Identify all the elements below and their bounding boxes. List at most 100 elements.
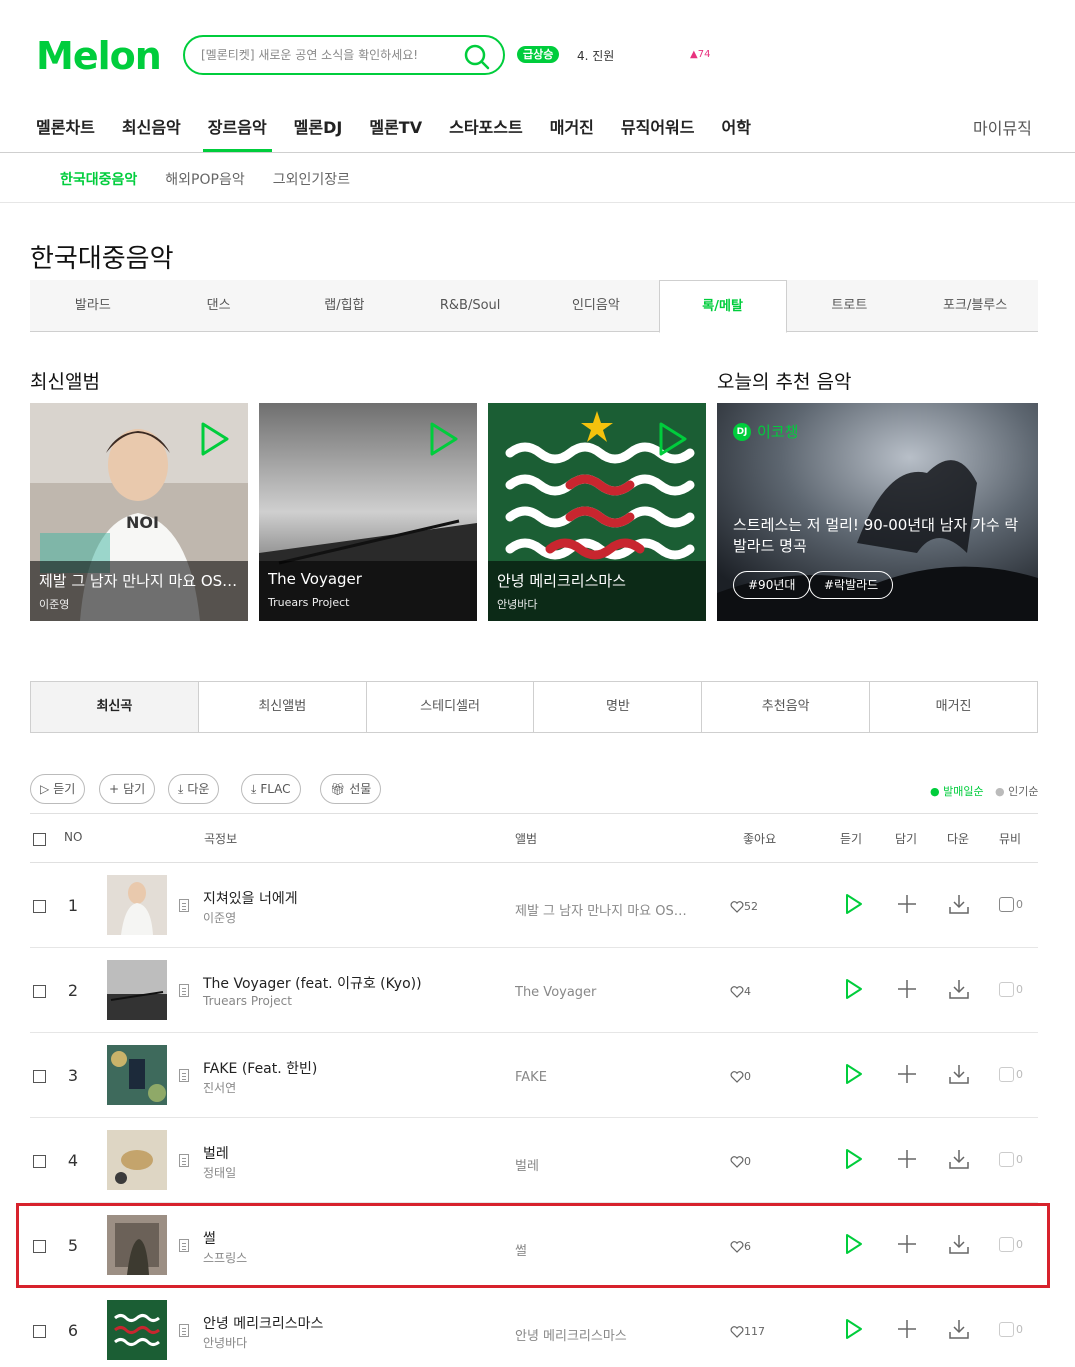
nav-melon-tv[interactable]: 멜론TV bbox=[369, 114, 422, 152]
nav-melon-dj[interactable]: 멜론DJ bbox=[294, 114, 343, 152]
sort-popularity[interactable]: ● 인기순 bbox=[995, 783, 1038, 799]
like-button[interactable]: 0 bbox=[730, 1155, 751, 1168]
song-info-icon[interactable] bbox=[179, 899, 189, 912]
tab-steady-seller[interactable]: 스테디셀러 bbox=[365, 682, 534, 732]
recommend-card[interactable]: DJ 이코챙 스트레스는 저 멀리! 90-00년대 남자 가수 락발라드 명곡 … bbox=[717, 403, 1038, 621]
listen-button[interactable]: ▷ 듣기 bbox=[30, 774, 86, 804]
row-checkbox[interactable] bbox=[33, 985, 46, 998]
subnav-korean-pop[interactable]: 한국대중음악 bbox=[60, 169, 137, 189]
song-album[interactable]: 안녕 메리크리스마스 bbox=[515, 1325, 690, 1344]
song-title[interactable]: 안녕 메리크리스마스 bbox=[203, 1313, 323, 1333]
album-card-3[interactable]: 안녕 메리크리스마스 안녕바다 bbox=[488, 403, 706, 621]
nav-melon-chart[interactable]: 멜론차트 bbox=[36, 114, 95, 152]
tab-latest-albums[interactable]: 최신앨범 bbox=[197, 682, 366, 732]
song-artist[interactable]: 이준영 bbox=[203, 909, 236, 926]
melon-logo[interactable]: Melon bbox=[36, 34, 162, 78]
nav-magazine[interactable]: 매거진 bbox=[550, 114, 594, 152]
row-checkbox[interactable] bbox=[33, 900, 46, 913]
song-info-icon[interactable] bbox=[179, 1324, 189, 1337]
play-icon[interactable] bbox=[658, 421, 688, 457]
tab-rock-metal[interactable]: 록/메탈 bbox=[658, 280, 787, 333]
album-thumbnail[interactable] bbox=[107, 875, 167, 935]
download-icon[interactable] bbox=[948, 1063, 970, 1085]
song-artist[interactable]: Truears Project bbox=[203, 994, 292, 1008]
tab-magazine[interactable]: 매거진 bbox=[869, 682, 1037, 732]
song-title[interactable]: The Voyager (feat. 이규호 (Kyo)) bbox=[203, 973, 422, 993]
song-artist[interactable]: 정태일 bbox=[203, 1164, 236, 1181]
album-artist[interactable]: 이준영 bbox=[39, 596, 69, 612]
recommend-text[interactable]: 스트레스는 저 멀리! 90-00년대 남자 가수 락발라드 명곡 bbox=[733, 515, 1023, 557]
music-video-button[interactable]: 0 bbox=[999, 1322, 1023, 1337]
tab-indie[interactable]: 인디음악 bbox=[533, 280, 659, 331]
download-icon[interactable] bbox=[948, 1318, 970, 1340]
tab-rap-hiphop[interactable]: 랩/힙합 bbox=[281, 280, 408, 331]
my-music-link[interactable]: 마이뮤직 bbox=[973, 115, 1032, 139]
music-video-button[interactable]: 0 bbox=[999, 897, 1023, 912]
song-artist[interactable]: 진서연 bbox=[203, 1079, 236, 1096]
album-thumbnail[interactable] bbox=[107, 1045, 167, 1105]
song-info-icon[interactable] bbox=[179, 1154, 189, 1167]
tab-latest-songs[interactable]: 최신곡 bbox=[31, 682, 198, 732]
like-button[interactable]: 52 bbox=[730, 900, 758, 913]
album-title[interactable]: 안녕 메리크리스마스 bbox=[497, 570, 702, 591]
album-card-2[interactable]: The Voyager Truears Project bbox=[259, 403, 477, 621]
album-thumbnail[interactable] bbox=[107, 960, 167, 1020]
play-icon[interactable] bbox=[845, 1148, 863, 1170]
play-icon[interactable] bbox=[845, 1063, 863, 1085]
plus-icon[interactable] bbox=[896, 893, 918, 915]
music-video-button[interactable]: 0 bbox=[999, 1067, 1023, 1082]
song-album[interactable]: 벌레 bbox=[515, 1155, 690, 1174]
nav-star-post[interactable]: 스타포스트 bbox=[449, 114, 523, 152]
subnav-other-genres[interactable]: 그외인기장르 bbox=[273, 169, 350, 189]
album-artist[interactable]: 안녕바다 bbox=[497, 596, 537, 612]
subnav-overseas-pop[interactable]: 해외POP음악 bbox=[165, 169, 244, 189]
sort-release-date[interactable]: ● 발매일순 bbox=[930, 783, 984, 799]
search-icon[interactable] bbox=[463, 43, 491, 71]
album-title[interactable]: 제발 그 남자 만나지 마요 OST Part.3 bbox=[39, 570, 244, 591]
select-all-checkbox[interactable] bbox=[33, 833, 46, 846]
download-icon[interactable] bbox=[948, 893, 970, 915]
plus-icon[interactable] bbox=[896, 978, 918, 1000]
like-button[interactable]: 0 bbox=[730, 1070, 751, 1083]
tab-trot[interactable]: 트로트 bbox=[786, 280, 913, 331]
play-icon[interactable] bbox=[200, 421, 230, 457]
recommend-tag[interactable]: #90년대 bbox=[733, 571, 811, 599]
album-thumbnail[interactable] bbox=[107, 1300, 167, 1360]
tab-ballad[interactable]: 발라드 bbox=[30, 280, 156, 331]
plus-icon[interactable] bbox=[896, 1318, 918, 1340]
song-title[interactable]: 벌레 bbox=[203, 1143, 229, 1163]
like-button[interactable]: 117 bbox=[730, 1325, 765, 1338]
nav-genre-music[interactable]: 장르음악 bbox=[202, 114, 272, 152]
album-card-1[interactable]: NOI 제발 그 남자 만나지 마요 OST Part.3 이준영 bbox=[30, 403, 248, 621]
play-icon[interactable] bbox=[429, 421, 459, 457]
song-info-icon[interactable] bbox=[179, 984, 189, 997]
album-artist[interactable]: Truears Project bbox=[268, 596, 350, 609]
nav-music-award[interactable]: 뮤직어워드 bbox=[621, 114, 695, 152]
plus-icon[interactable] bbox=[896, 1148, 918, 1170]
row-checkbox[interactable] bbox=[33, 1070, 46, 1083]
search-input[interactable] bbox=[201, 45, 451, 65]
row-checkbox[interactable] bbox=[33, 1325, 46, 1338]
gift-button[interactable]: 🎁︎ 선물 bbox=[320, 774, 382, 804]
album-thumbnail[interactable] bbox=[107, 1130, 167, 1190]
song-title[interactable]: 지쳐있을 너에게 bbox=[203, 888, 298, 908]
dj-label[interactable]: DJ 이코챙 bbox=[733, 421, 798, 442]
nav-latest-music[interactable]: 최신음악 bbox=[122, 114, 181, 152]
music-video-button[interactable]: 0 bbox=[999, 982, 1023, 997]
tab-rnb-soul[interactable]: R&B/Soul bbox=[407, 280, 533, 331]
song-album[interactable]: 제발 그 남자 만나지 마요 OST Part.3 bbox=[515, 900, 690, 919]
recommend-tag[interactable]: #락발라드 bbox=[809, 571, 894, 599]
plus-icon[interactable] bbox=[896, 1063, 918, 1085]
tab-dance[interactable]: 댄스 bbox=[155, 280, 282, 331]
like-button[interactable]: 4 bbox=[730, 985, 751, 998]
song-artist[interactable]: 안녕바다 bbox=[203, 1334, 247, 1351]
rising-keyword[interactable]: 4. 진원 bbox=[577, 47, 614, 64]
tab-classic-albums[interactable]: 명반 bbox=[533, 682, 701, 732]
nav-language[interactable]: 어학 bbox=[722, 114, 751, 152]
add-button[interactable]: + 담기 bbox=[99, 774, 156, 804]
row-checkbox[interactable] bbox=[33, 1155, 46, 1168]
music-video-button[interactable]: 0 bbox=[999, 1152, 1023, 1167]
song-album[interactable]: The Voyager bbox=[515, 985, 690, 1000]
download-button[interactable]: ⤓ 다운 bbox=[168, 774, 220, 804]
tab-folk-blues[interactable]: 포크/블루스 bbox=[912, 280, 1038, 331]
